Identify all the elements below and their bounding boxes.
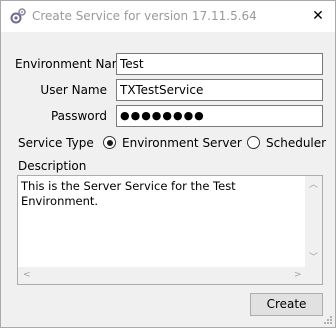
password-label: Password (50, 109, 107, 123)
environment-name-label: Environment Name (15, 57, 131, 71)
gear-service-icon (10, 8, 26, 24)
user-name-label: User Name (40, 83, 107, 97)
description-text: This is the Server Service for the Test … (21, 179, 236, 208)
resize-grip-icon[interactable] (323, 315, 333, 325)
scroll-corner (305, 267, 322, 284)
description-textarea[interactable]: This is the Server Service for the Test … (17, 175, 323, 285)
close-button[interactable]: ✕ (307, 6, 329, 26)
title-bar: Create Service for version 17.11.5.64 ✕ (1, 1, 335, 32)
scroll-right-icon[interactable]: > (294, 271, 302, 280)
password-input[interactable]: ●●●●●●●● (116, 105, 323, 127)
user-name-input[interactable]: TXTestService (116, 79, 323, 101)
environment-server-radio-label[interactable]: Environment Server (122, 136, 242, 150)
environment-server-radio[interactable] (103, 136, 116, 149)
create-service-dialog: Create Service for version 17.11.5.64 ✕ … (0, 0, 336, 328)
environment-name-input[interactable]: Test (116, 53, 323, 75)
window-title: Create Service for version 17.11.5.64 (32, 9, 257, 23)
description-label: Description (18, 159, 87, 173)
horizontal-scrollbar[interactable]: < > (18, 267, 305, 284)
scheduler-radio[interactable] (247, 136, 260, 149)
create-button[interactable]: Create (250, 293, 323, 316)
scroll-up-icon[interactable]: ︿ (309, 181, 318, 190)
scroll-down-icon[interactable]: ﹀ (309, 254, 318, 263)
service-type-label: Service Type (18, 136, 94, 150)
vertical-scrollbar[interactable]: ︿ ﹀ (305, 176, 322, 268)
scroll-left-icon[interactable]: < (23, 271, 31, 280)
scheduler-radio-label[interactable]: Scheduler (266, 136, 326, 150)
